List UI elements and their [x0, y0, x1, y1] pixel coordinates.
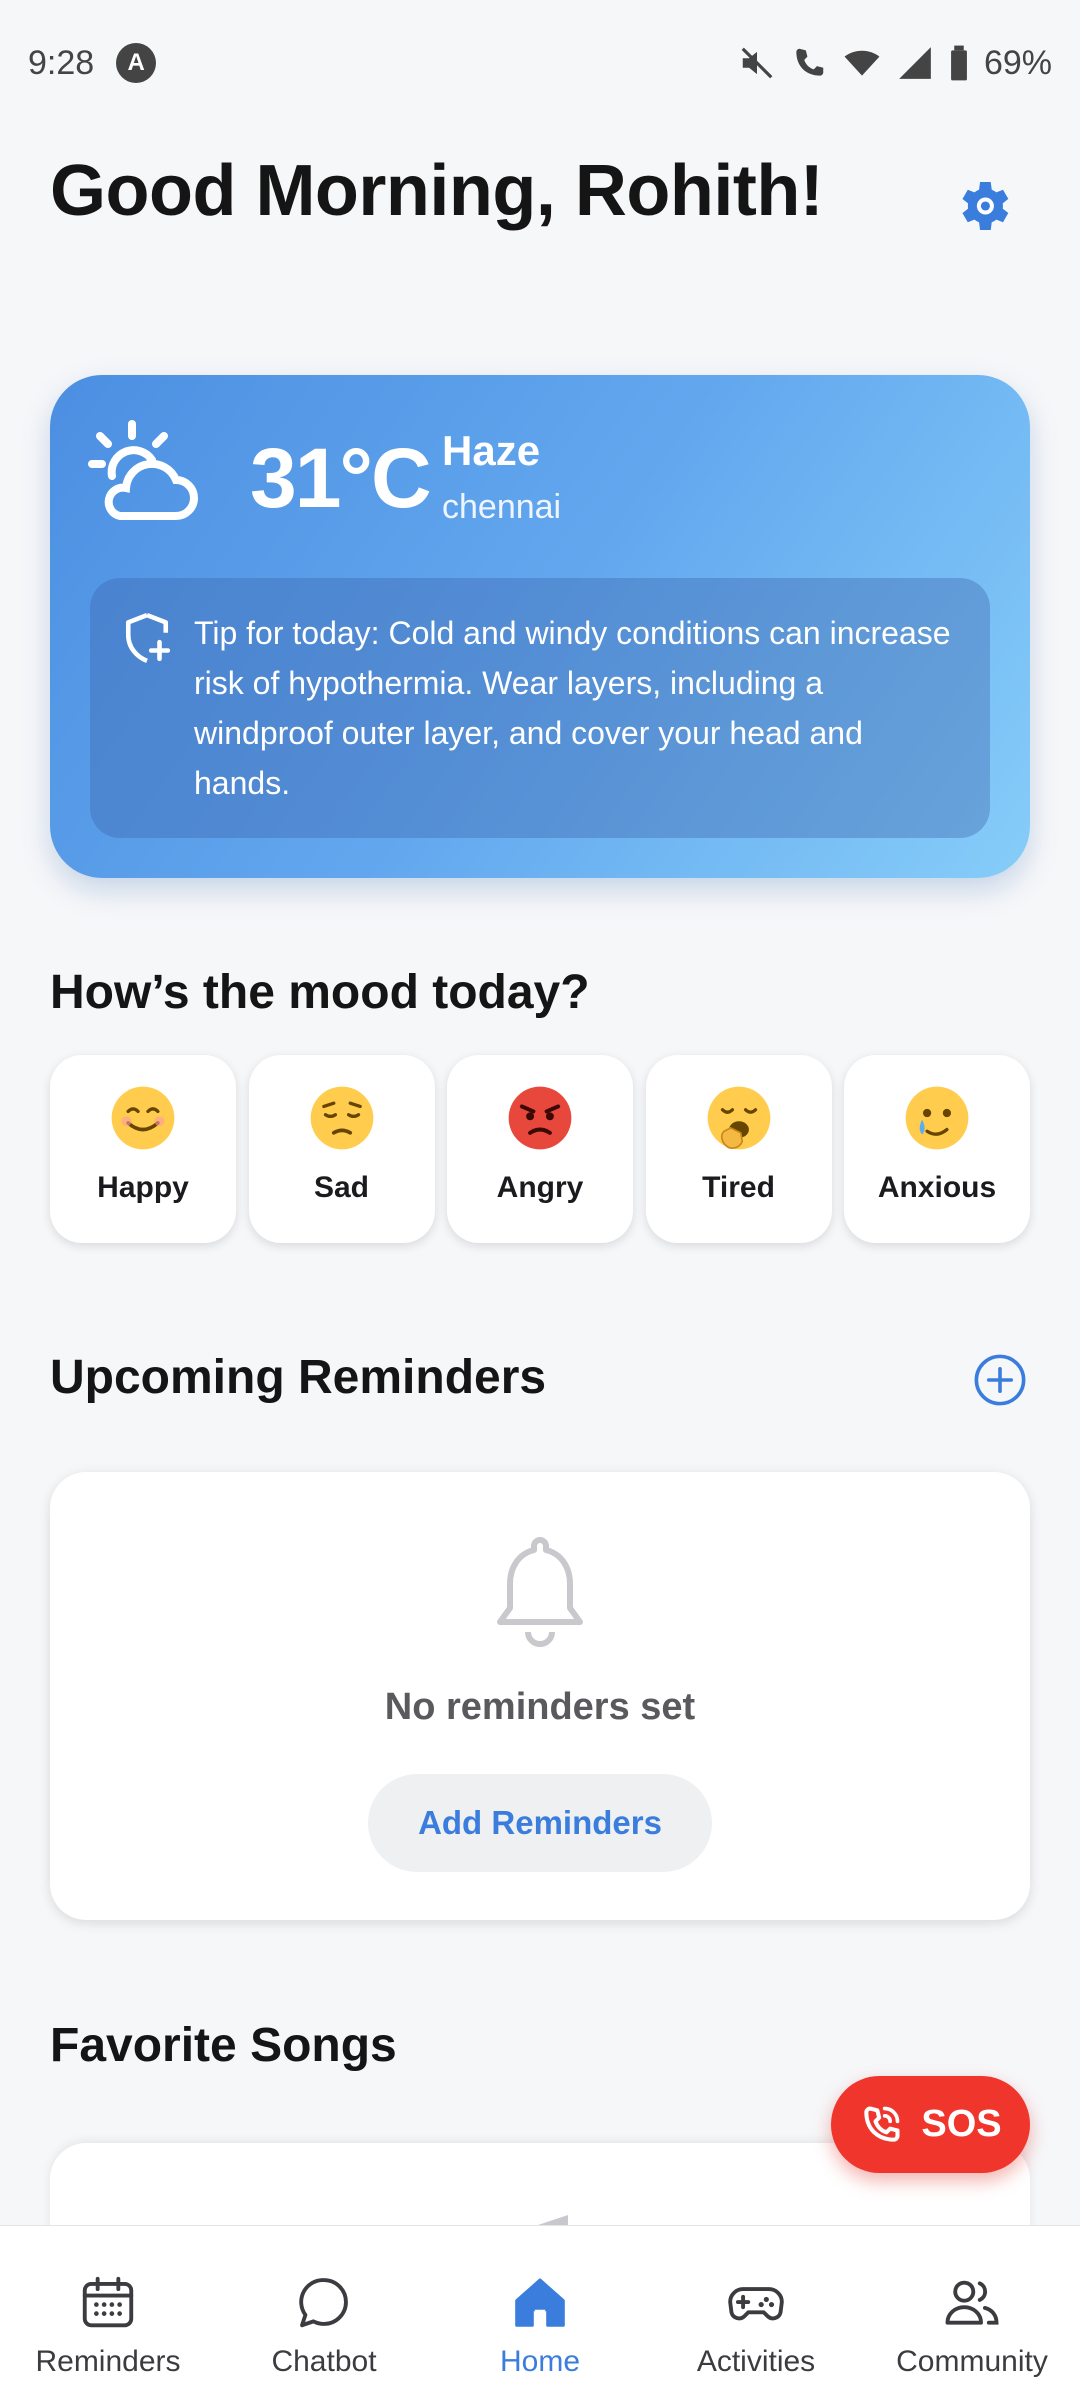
- weather-card: 31°C Haze chennai Tip for today: Cold an…: [50, 375, 1030, 878]
- nav-item-community[interactable]: Community: [864, 2226, 1080, 2400]
- gamepad-icon: [728, 2287, 784, 2321]
- temperature: 31°C: [250, 431, 432, 525]
- signal-icon: [899, 47, 931, 79]
- nav-item-chatbot[interactable]: Chatbot: [216, 2226, 432, 2400]
- home-icon: [515, 2278, 565, 2327]
- mood-label: Tired: [702, 1171, 775, 1204]
- nav-item-activities[interactable]: Activities: [648, 2226, 864, 2400]
- battery-percent: 69%: [983, 43, 1052, 82]
- people-icon: [945, 2280, 999, 2325]
- nav-label: Home: [499, 2345, 581, 2378]
- tired-emoji-icon: [706, 1085, 772, 1151]
- settings-button[interactable]: [945, 168, 1021, 244]
- reminders-title: Upcoming Reminders: [50, 1351, 547, 1404]
- nav-item-home[interactable]: Home: [432, 2226, 648, 2400]
- weather-city: chennai: [442, 488, 562, 526]
- mood-anxious-button[interactable]: Anxious: [844, 1055, 1030, 1243]
- sad-emoji-icon: [309, 1085, 375, 1151]
- tip-box: Tip for today: Cold and windy conditions…: [90, 578, 990, 838]
- empty-reminders-text: No reminders set: [384, 1686, 696, 1728]
- chat-bubble-icon: [299, 2278, 348, 2328]
- weather-condition: Haze: [442, 427, 541, 474]
- status-bar: 9:28 A 69%: [0, 0, 1080, 126]
- nav-label: Chatbot: [271, 2345, 377, 2378]
- sun-cloud-icon: [88, 420, 198, 520]
- favorite-songs-title: Favorite Songs: [50, 2019, 397, 2072]
- nav-label: Activities: [696, 2345, 816, 2378]
- angry-emoji-icon: [507, 1085, 573, 1151]
- tip-text: Tip for today: Cold and windy conditions…: [194, 615, 951, 801]
- wifi-calling-icon: [796, 48, 824, 76]
- mood-tired-button[interactable]: Tired: [645, 1055, 832, 1243]
- mood-title: How’s the mood today?: [50, 966, 590, 1019]
- status-time: 9:28: [28, 43, 95, 82]
- battery-icon: [951, 45, 967, 81]
- nav-item-reminders[interactable]: Reminders: [0, 2226, 216, 2400]
- notification-badge: A: [116, 43, 157, 83]
- reminders-card: No reminders set Add Reminders: [50, 1472, 1030, 1920]
- anxious-emoji-icon: [904, 1085, 970, 1151]
- bottom-nav: Reminders Chatbot Home Activities Commun…: [0, 2225, 1080, 2400]
- sos-label: SOS: [921, 2103, 1002, 2145]
- sos-button[interactable]: SOS: [831, 2076, 1030, 2173]
- mood-sad-button[interactable]: Sad: [248, 1055, 435, 1243]
- greeting-title: Good Morning, Rohith!: [50, 151, 824, 231]
- shield-plus-icon: [125, 612, 171, 664]
- mood-options: Happy Sad Angry Tired Anxious: [50, 1055, 1030, 1243]
- mute-icon: [741, 47, 773, 79]
- mood-label: Anxious: [877, 1171, 997, 1204]
- mood-happy-button[interactable]: Happy: [50, 1055, 236, 1243]
- mood-label: Happy: [97, 1171, 189, 1204]
- phone-call-icon: [864, 2105, 900, 2142]
- nav-label: Reminders: [35, 2345, 181, 2378]
- add-reminders-button[interactable]: Add Reminders: [368, 1774, 712, 1872]
- gear-icon: [962, 182, 1009, 230]
- mood-label: Sad: [313, 1171, 370, 1204]
- happy-emoji-icon: [110, 1085, 176, 1151]
- plus-circle-icon: [974, 1354, 1026, 1406]
- add-reminder-plus-button[interactable]: [973, 1353, 1027, 1407]
- bell-icon: [497, 1537, 583, 1647]
- mood-angry-button[interactable]: Angry: [447, 1055, 633, 1243]
- wifi-icon: [844, 50, 880, 76]
- calendar-icon: [82, 2276, 134, 2328]
- nav-label: Community: [896, 2345, 1048, 2378]
- mood-label: Angry: [496, 1171, 584, 1204]
